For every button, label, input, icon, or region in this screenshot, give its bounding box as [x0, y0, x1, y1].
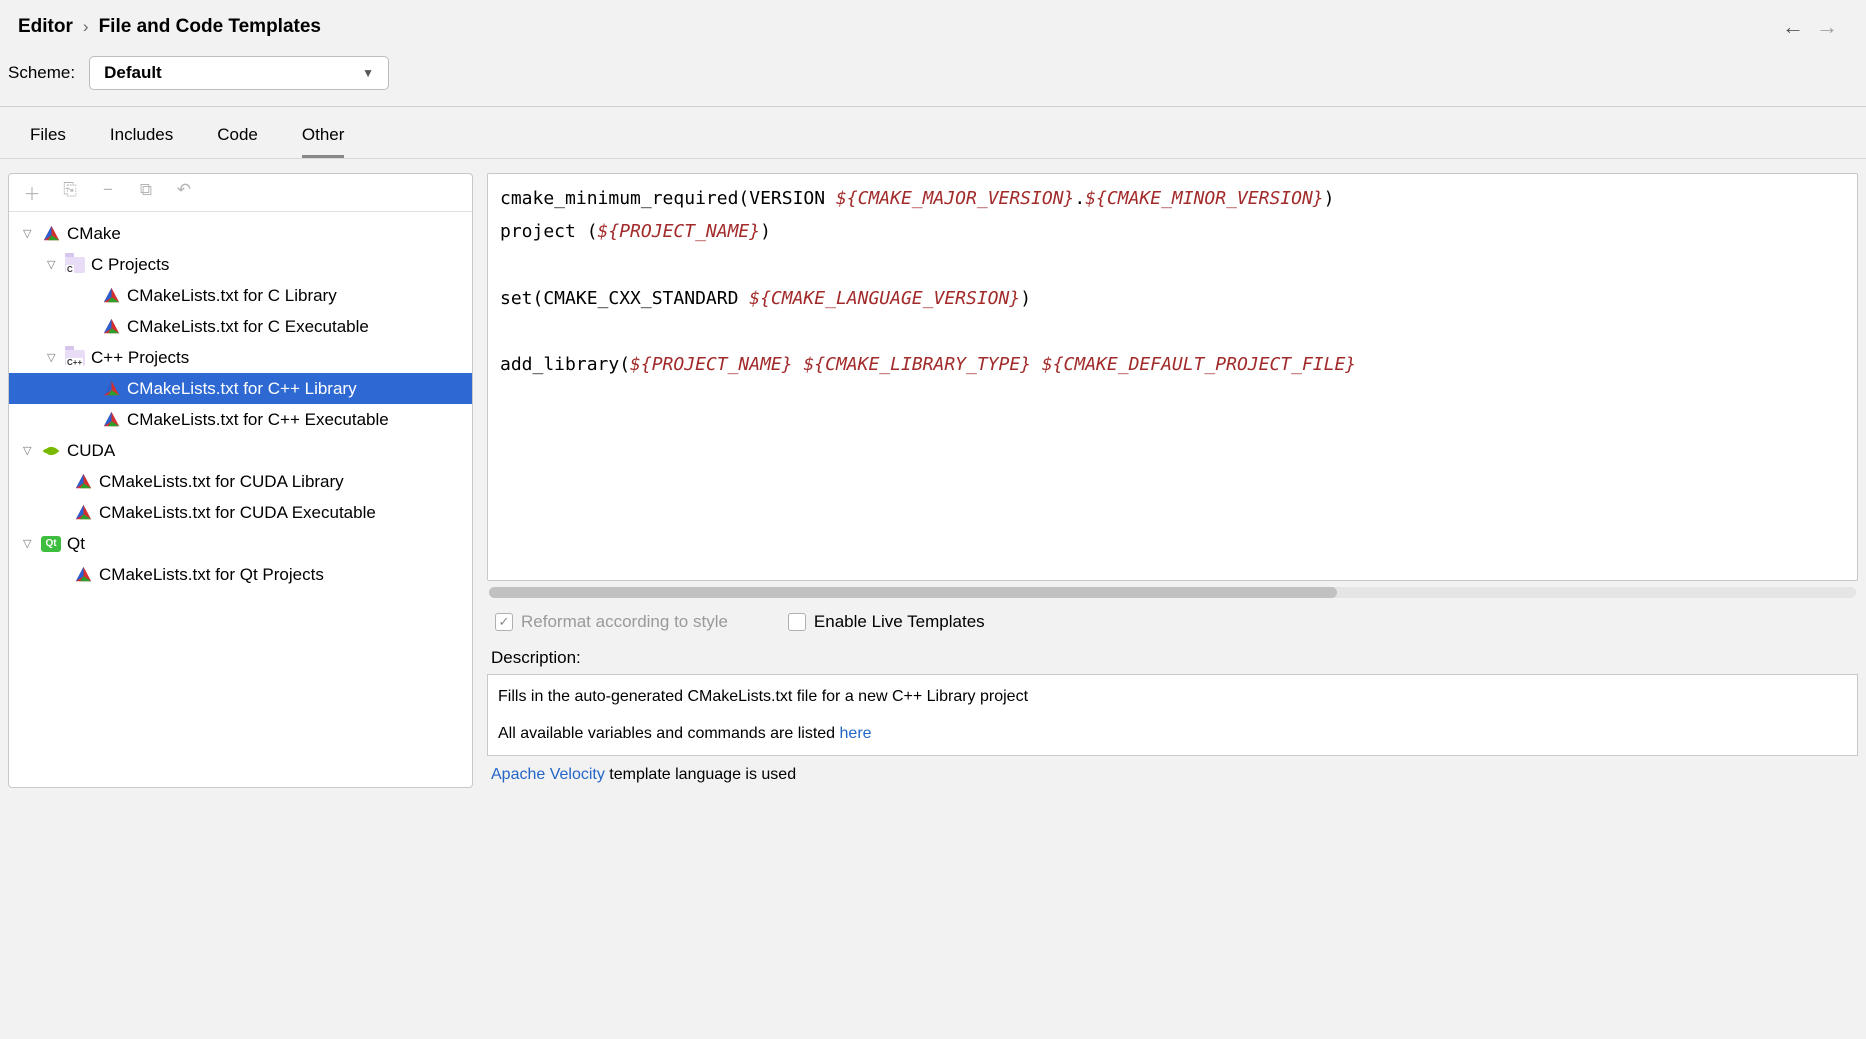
cmake-icon	[41, 224, 61, 244]
tree-label: CMake	[67, 224, 121, 244]
qt-icon: Qt	[41, 534, 61, 554]
description-line1: Fills in the auto-generated CMakeLists.t…	[498, 685, 1847, 708]
chevron-down-icon: ▽	[23, 444, 35, 457]
velocity-line: Apache Velocity template language is use…	[487, 762, 1858, 788]
chevron-down-icon: ▽	[23, 537, 35, 550]
add-icon[interactable]: ＋	[23, 180, 41, 205]
horizontal-scrollbar[interactable]	[489, 587, 1856, 598]
scrollbar-thumb[interactable]	[489, 587, 1337, 598]
tree-label: CMakeLists.txt for C++ Library	[127, 379, 357, 399]
template-toolbar: ＋ ⎘ − ⧉ ↶	[9, 174, 472, 212]
cmake-icon	[101, 286, 121, 306]
template-tree: ▽ CMake ▽ C C Projects CMakeLists.txt fo…	[9, 212, 472, 596]
checkbox-label: Enable Live Templates	[814, 612, 985, 632]
tree-cpp-exe[interactable]: CMakeLists.txt for C++ Executable	[9, 404, 472, 435]
tree-cpp-projects[interactable]: ▽ C++ C++ Projects	[9, 342, 472, 373]
breadcrumb-root[interactable]: Editor	[18, 16, 73, 38]
tree-qt[interactable]: ▽ Qt Qt	[9, 528, 472, 559]
tree-cpp-lib[interactable]: CMakeLists.txt for C++ Library	[9, 373, 472, 404]
description-box: Fills in the auto-generated CMakeLists.t…	[487, 674, 1858, 756]
tab-files[interactable]: Files	[30, 125, 66, 158]
tree-cmake[interactable]: ▽ CMake	[9, 218, 472, 249]
enable-live-templates-checkbox[interactable]: Enable Live Templates	[788, 612, 985, 632]
tree-c-projects[interactable]: ▽ C C Projects	[9, 249, 472, 280]
breadcrumb: Editor › File and Code Templates	[18, 16, 321, 38]
chevron-down-icon: ▼	[362, 66, 374, 80]
copy-icon[interactable]: ⧉	[137, 180, 155, 205]
chevron-down-icon: ▽	[23, 227, 35, 240]
cmake-icon	[73, 503, 93, 523]
add-child-icon[interactable]: ⎘	[61, 180, 79, 205]
breadcrumb-page: File and Code Templates	[99, 16, 321, 38]
checkbox-unchecked-icon	[788, 613, 806, 631]
apache-velocity-link[interactable]: Apache Velocity	[491, 766, 605, 783]
description-label: Description:	[487, 646, 1858, 674]
tab-other[interactable]: Other	[302, 125, 345, 158]
cmake-icon	[73, 565, 93, 585]
tree-label: C++ Projects	[91, 348, 189, 368]
tab-includes[interactable]: Includes	[110, 125, 173, 158]
tree-c-exe[interactable]: CMakeLists.txt for C Executable	[9, 311, 472, 342]
tabs: Files Includes Code Other	[0, 107, 1866, 159]
revert-icon[interactable]: ↶	[175, 180, 193, 205]
nav-back-icon[interactable]: ←	[1782, 14, 1804, 40]
nav-forward-icon: →	[1816, 14, 1838, 40]
scheme-label: Scheme:	[8, 63, 75, 83]
template-editor[interactable]: cmake_minimum_required(VERSION ${CMAKE_M…	[487, 173, 1858, 581]
cmake-icon	[101, 317, 121, 337]
folder-icon: C	[65, 255, 85, 275]
checkbox-label: Reformat according to style	[521, 612, 728, 632]
cmake-icon	[101, 410, 121, 430]
scheme-value: Default	[104, 63, 162, 83]
cmake-icon	[101, 379, 121, 399]
remove-icon[interactable]: −	[99, 180, 117, 205]
tree-cuda-lib[interactable]: CMakeLists.txt for CUDA Library	[9, 466, 472, 497]
folder-icon: C++	[65, 348, 85, 368]
chevron-down-icon: ▽	[47, 258, 59, 271]
tree-label: CMakeLists.txt for Qt Projects	[99, 565, 324, 585]
tab-code[interactable]: Code	[217, 125, 258, 158]
tree-label: CUDA	[67, 441, 115, 461]
description-here-link[interactable]: here	[840, 725, 872, 742]
tree-cuda-exe[interactable]: CMakeLists.txt for CUDA Executable	[9, 497, 472, 528]
tree-qt-proj[interactable]: CMakeLists.txt for Qt Projects	[9, 559, 472, 590]
tree-cuda[interactable]: ▽ CUDA	[9, 435, 472, 466]
tree-label: CMakeLists.txt for C++ Executable	[127, 410, 389, 430]
tree-label: C Projects	[91, 255, 169, 275]
cmake-icon	[73, 472, 93, 492]
reformat-checkbox: ✓ Reformat according to style	[495, 612, 728, 632]
description-line2: All available variables and commands are…	[498, 722, 1847, 745]
tree-label: CMakeLists.txt for C Executable	[127, 317, 369, 337]
cuda-icon	[41, 441, 61, 461]
breadcrumb-sep: ›	[83, 17, 89, 37]
checkbox-checked-icon: ✓	[495, 613, 513, 631]
tree-label: Qt	[67, 534, 85, 554]
tree-label: CMakeLists.txt for C Library	[127, 286, 337, 306]
tree-label: CMakeLists.txt for CUDA Executable	[99, 503, 376, 523]
scheme-select[interactable]: Default ▼	[89, 56, 389, 90]
template-list-panel: ＋ ⎘ − ⧉ ↶ ▽ CMake ▽ C C Projects	[8, 173, 473, 788]
tree-label: CMakeLists.txt for CUDA Library	[99, 472, 344, 492]
tree-c-lib[interactable]: CMakeLists.txt for C Library	[9, 280, 472, 311]
chevron-down-icon: ▽	[47, 351, 59, 364]
